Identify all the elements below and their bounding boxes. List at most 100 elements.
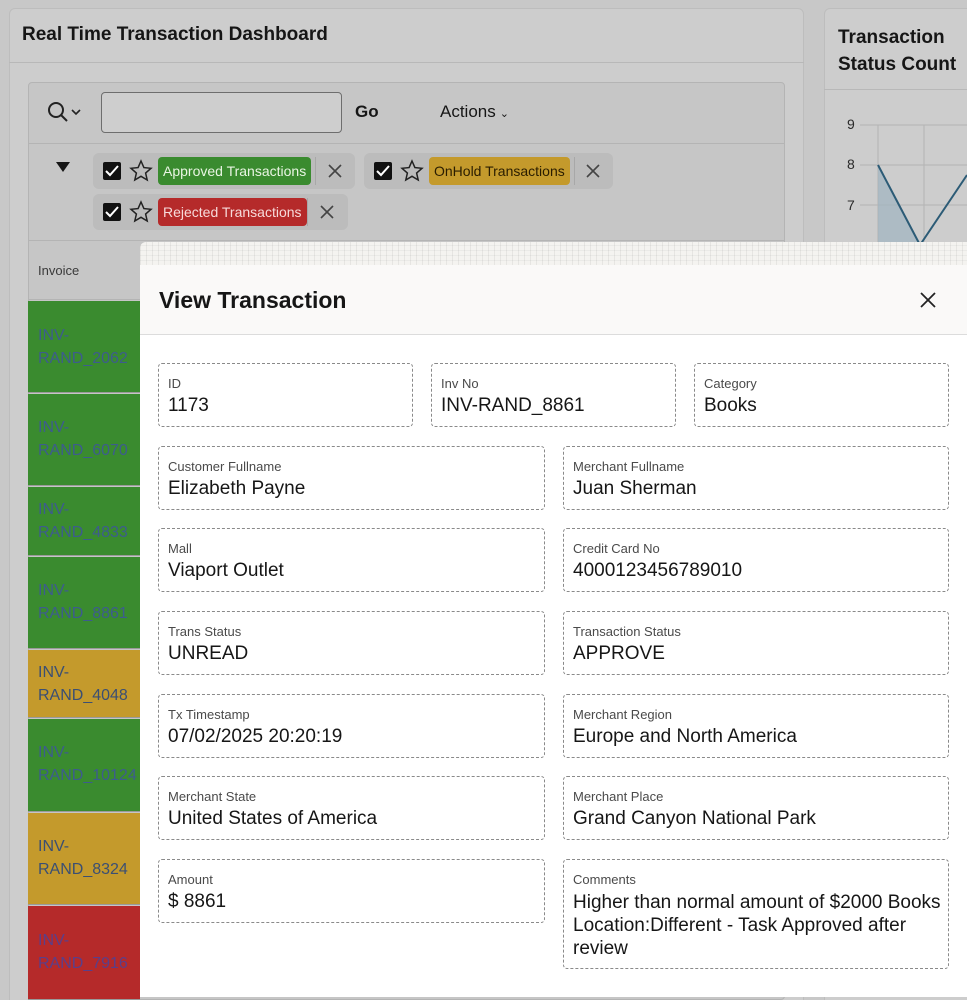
table-row: INV- RAND_7916 <box>28 906 140 1000</box>
filter-checkbox-approved[interactable] <box>103 162 121 180</box>
filter-label-onhold[interactable]: OnHold Transactions <box>429 157 570 185</box>
field-tx-timestamp: Tx Timestamp 07/02/2025 20:20:19 <box>158 694 545 758</box>
chip-separator <box>315 157 316 185</box>
remove-filter-icon[interactable] <box>585 163 601 179</box>
field-mall: Mall Viaport Outlet <box>158 528 545 592</box>
status-count-title: Transaction Status Count <box>838 27 957 75</box>
field-id: ID 1173 <box>158 363 413 427</box>
filter-chip-onhold: OnHold Transactions <box>364 153 613 189</box>
y-tick-label: 9 <box>847 116 855 132</box>
field-value: Viaport Outlet <box>168 560 284 581</box>
field-amount: Amount $ 8861 <box>158 859 545 923</box>
table-row: INV- RAND_6070 <box>28 394 140 486</box>
collapse-filters-icon[interactable] <box>56 162 70 172</box>
close-dialog-button[interactable] <box>916 288 940 312</box>
field-value: APPROVE <box>573 643 665 664</box>
field-label: Merchant State <box>168 789 257 804</box>
field-trans-status: Trans Status UNREAD <box>158 611 545 675</box>
field-label: Customer Fullname <box>168 459 282 474</box>
y-tick-label: 7 <box>847 197 855 213</box>
field-label: Mall <box>168 541 192 556</box>
filter-checkbox-rejected[interactable] <box>103 203 121 221</box>
invoice-link[interactable]: INV- RAND_4833 <box>38 498 138 544</box>
field-credit-card-no: Credit Card No 4000123456789010 <box>563 528 949 592</box>
remove-filter-icon[interactable] <box>327 163 343 179</box>
remove-filter-icon[interactable] <box>319 204 335 220</box>
field-value: Higher than normal amount of $2000 Books… <box>573 892 941 959</box>
go-button[interactable]: Go <box>355 102 379 122</box>
field-label: Merchant Place <box>573 789 664 804</box>
field-value: Elizabeth Payne <box>168 478 306 499</box>
field-value: Europe and North America <box>573 726 797 747</box>
field-inv-no: Inv No INV-RAND_8861 <box>431 363 676 427</box>
filter-chip-approved: Approved Transactions <box>93 153 355 189</box>
table-row: INV- RAND_2062 <box>28 301 140 393</box>
field-label: Transaction Status <box>573 624 681 639</box>
table-row: INV- RAND_8861 <box>28 557 140 649</box>
field-label: Comments <box>573 872 636 887</box>
invoice-link[interactable]: INV- RAND_6070 <box>38 416 138 462</box>
table-row: INV- RAND_4048 <box>28 650 140 718</box>
invoice-link[interactable]: INV- RAND_2062 <box>38 324 138 370</box>
dashboard-title: Real Time Transaction Dashboard <box>22 24 328 45</box>
field-label: Merchant Fullname <box>573 459 685 474</box>
field-value: Books <box>704 395 757 416</box>
star-icon[interactable] <box>400 159 424 183</box>
field-value: 1173 <box>168 395 209 416</box>
star-icon[interactable] <box>129 200 153 224</box>
field-merchant-state: Merchant State United States of America <box>158 776 545 840</box>
field-value: United States of America <box>168 808 378 829</box>
dashboard-divider <box>9 62 804 63</box>
field-label: ID <box>168 376 181 391</box>
table-row: INV- RAND_4833 <box>28 487 140 556</box>
table-row: INV- RAND_8324 <box>28 813 140 905</box>
field-value: 07/02/2025 20:20:19 <box>168 726 343 747</box>
search-icon <box>48 102 81 122</box>
invoice-link[interactable]: INV- RAND_8324 <box>38 835 138 881</box>
column-header-invoice[interactable]: Invoice <box>38 263 79 278</box>
field-label: Category <box>704 376 757 391</box>
modal-top-strip <box>140 242 967 266</box>
checkmark-icon <box>105 206 119 218</box>
filter-label-approved[interactable]: Approved Transactions <box>158 157 312 185</box>
chevron-down-icon: ⌄ <box>499 108 509 120</box>
actions-menu-button[interactable]: Actions ⌄ <box>440 102 509 122</box>
field-value: Grand Canyon National Park <box>573 808 816 829</box>
y-tick-label: 8 <box>847 156 855 172</box>
filter-checkbox-onhold[interactable] <box>374 162 392 180</box>
field-value: Juan Sherman <box>573 478 697 499</box>
chip-separator <box>574 157 575 185</box>
field-label: Amount <box>168 872 213 887</box>
dialog-title: View Transaction <box>159 287 347 313</box>
status-card-divider <box>824 89 967 90</box>
field-merchant-fullname: Merchant Fullname Juan Sherman <box>563 446 949 510</box>
field-value: $ 8861 <box>168 891 227 912</box>
field-label: Trans Status <box>168 624 242 639</box>
close-icon <box>920 292 936 308</box>
invoice-link[interactable]: INV- RAND_10124 <box>38 741 138 787</box>
field-customer-fullname: Customer Fullname Elizabeth Payne <box>158 446 545 510</box>
field-value: UNREAD <box>168 643 249 664</box>
filter-label-rejected[interactable]: Rejected Transactions <box>158 198 307 226</box>
checkmark-icon <box>105 165 119 177</box>
search-column-button[interactable] <box>47 100 87 124</box>
invoice-link[interactable]: INV- RAND_4048 <box>38 661 138 707</box>
filter-chip-rejected: Rejected Transactions <box>93 194 348 230</box>
search-input[interactable] <box>101 92 342 133</box>
field-value: INV-RAND_8861 <box>441 395 585 416</box>
field-transaction-status: Transaction Status APPROVE <box>563 611 949 675</box>
status-count-chart <box>860 124 967 245</box>
invoice-link[interactable]: INV- RAND_7916 <box>38 929 138 975</box>
field-label: Credit Card No <box>573 541 660 556</box>
field-comments: Comments Higher than normal amount of $2… <box>563 859 949 969</box>
field-value: 4000123456789010 <box>573 560 743 581</box>
field-category: Category Books <box>694 363 949 427</box>
field-label: Inv No <box>441 376 479 391</box>
star-icon[interactable] <box>129 159 153 183</box>
invoice-link[interactable]: INV- RAND_8861 <box>38 579 138 625</box>
table-row: INV- RAND_10124 <box>28 719 140 812</box>
field-label: Merchant Region <box>573 707 672 722</box>
field-merchant-region: Merchant Region Europe and North America <box>563 694 949 758</box>
actions-label: Actions <box>440 102 496 121</box>
chip-separator <box>307 198 308 226</box>
